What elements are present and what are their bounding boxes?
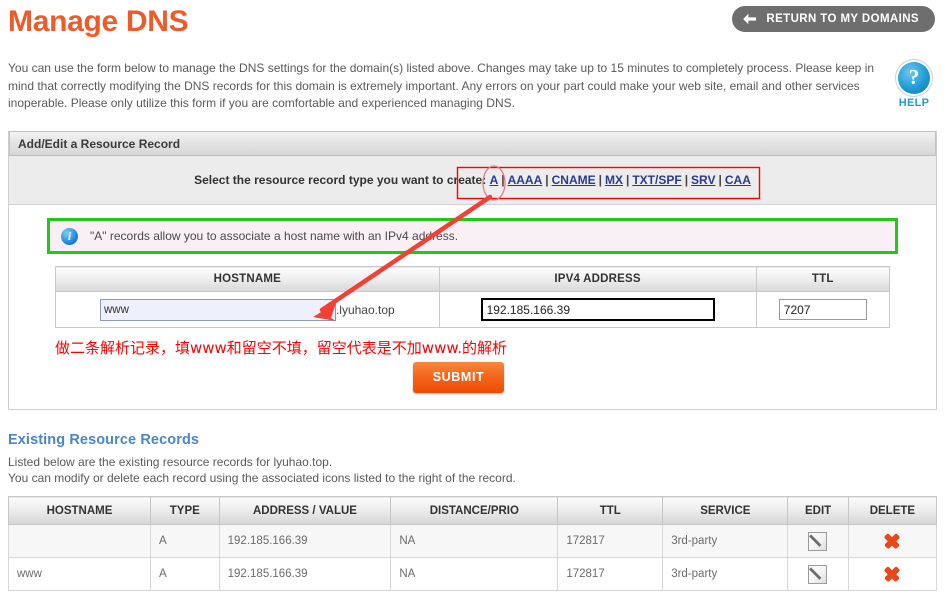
records-col-ttl: TTL — [557, 496, 664, 525]
cell-service: 3rd-party — [662, 524, 789, 558]
existing-desc-line-1: Listed below are the existing resource r… — [8, 455, 333, 469]
cell-ttl: 172817 — [557, 557, 664, 591]
existing-records-title: Existing Resource Records — [8, 432, 200, 448]
ttl-cell — [755, 291, 891, 328]
record-type-prompt: Select the resource record type you want… — [194, 173, 487, 187]
info-icon: i — [61, 227, 78, 245]
hostname-input[interactable] — [99, 298, 336, 321]
records-col-service: SERVICE — [662, 496, 789, 525]
cell-type: A — [149, 557, 220, 591]
return-to-my-domains-button[interactable]: RETURN TO MY DOMAINS — [732, 6, 935, 32]
submit-button[interactable]: SUBMIT — [412, 362, 505, 393]
add-edit-resource-record-panel: Add/Edit a Resource Record Select the re… — [8, 131, 937, 410]
form-col-ttl: TTL — [755, 266, 891, 292]
ttl-input[interactable] — [778, 299, 867, 320]
record-type-link-cname[interactable]: CNAME — [552, 173, 596, 187]
existing-records-table: HOSTNAME TYPE ADDRESS / VALUE DISTANCE/P… — [8, 496, 938, 591]
x-delete-icon[interactable] — [884, 566, 900, 582]
record-type-link-caa[interactable]: CAA — [725, 173, 751, 187]
form-col-hostname: HOSTNAME — [55, 266, 440, 292]
records-col-type: TYPE — [149, 496, 220, 525]
form-input-row: .lyuhao.top — [55, 291, 891, 328]
records-col-distance: DISTANCE/PRIO — [390, 496, 559, 525]
page-title: Manage DNS — [8, 5, 189, 38]
record-type-link-txtspf[interactable]: TXT/SPF — [632, 173, 681, 187]
hostname-suffix: .lyuhao.top — [335, 302, 395, 317]
cell-ttl: 172817 — [557, 524, 664, 558]
cell-edit[interactable] — [787, 557, 849, 591]
intro-paragraph: You can use the form below to manage the… — [8, 61, 875, 110]
form-col-ipv4: IPV4 ADDRESS — [438, 266, 757, 292]
link-separator: | — [598, 173, 602, 187]
records-col-address: ADDRESS / VALUE — [218, 496, 392, 525]
record-type-link-a[interactable]: A — [490, 173, 499, 187]
form-header-row: HOSTNAME IPV4 ADDRESS TTL — [55, 266, 891, 292]
ipv4-cell — [438, 291, 757, 328]
cell-address: 192.185.166.39 — [218, 524, 392, 558]
cell-hostname — [8, 524, 151, 558]
return-button-label: RETURN TO MY DOMAINS — [766, 13, 919, 25]
records-col-edit: EDIT — [787, 496, 849, 525]
record-type-link-aaaa[interactable]: AAAA — [508, 173, 543, 187]
record-type-info-box: i "A" records allow you to associate a h… — [47, 218, 898, 254]
record-form-wrapper: HOSTNAME IPV4 ADDRESS TTL .lyuhao.top — [9, 262, 936, 328]
record-type-link-mx[interactable]: MX — [605, 173, 623, 187]
x-delete-icon[interactable] — [884, 533, 900, 549]
link-separator: | — [545, 173, 549, 187]
arrow-left-icon — [742, 13, 757, 25]
table-row: www A 192.185.166.39 NA 172817 3rd-party — [8, 557, 938, 591]
existing-desc-line-2: You can modify or delete each record usi… — [8, 471, 516, 485]
info-box-wrapper: i "A" records allow you to associate a h… — [9, 205, 936, 262]
help-label[interactable]: HELP — [893, 97, 935, 109]
record-type-selector-row: Select the resource record type you want… — [9, 156, 936, 205]
submit-row: SUBMIT — [0, 358, 922, 409]
info-text: "A" records allow you to associate a hos… — [90, 229, 459, 243]
table-row: A 192.185.166.39 NA 172817 3rd-party — [8, 524, 938, 558]
record-form-table: HOSTNAME IPV4 ADDRESS TTL .lyuhao.top — [55, 266, 891, 328]
hostname-cell: .lyuhao.top — [55, 291, 440, 328]
cell-distance: NA — [390, 524, 559, 558]
cell-service: 3rd-party — [662, 557, 789, 591]
link-separator: | — [625, 173, 630, 187]
record-type-link-srv[interactable]: SRV — [691, 173, 715, 187]
record-type-links: A | AAAA | CNAME | MX | TXT/SPF | SRV | CAA — [486, 173, 751, 187]
cell-distance: NA — [390, 557, 559, 591]
records-header-row: HOSTNAME TYPE ADDRESS / VALUE DISTANCE/P… — [8, 496, 938, 525]
cell-hostname: www — [8, 557, 151, 591]
pencil-edit-icon[interactable] — [808, 564, 828, 584]
cell-type: A — [149, 524, 220, 558]
cell-edit[interactable] — [787, 524, 849, 558]
cell-delete[interactable] — [847, 557, 938, 591]
link-separator: | — [684, 173, 689, 187]
cell-delete[interactable] — [847, 524, 938, 558]
existing-records-description: Listed below are the existing resource r… — [8, 454, 516, 486]
link-separator: | — [718, 173, 722, 187]
panel-heading: Add/Edit a Resource Record — [9, 131, 936, 156]
question-mark-icon[interactable]: ? — [898, 62, 930, 94]
ipv4-address-input[interactable] — [480, 298, 715, 321]
chinese-annotation-note: 做二条解析记录，填www和留空不填，留空代表是不加www.的解析 — [55, 339, 508, 357]
cell-address: 192.185.166.39 — [218, 557, 392, 591]
link-separator: | — [501, 173, 505, 187]
manage-dns-page: Manage DNS RETURN TO MY DOMAINS You can … — [0, 0, 945, 598]
help-widget[interactable]: ? HELP — [893, 62, 935, 109]
records-col-delete: DELETE — [847, 496, 938, 525]
records-col-hostname: HOSTNAME — [8, 496, 151, 525]
pencil-edit-icon[interactable] — [808, 531, 828, 551]
